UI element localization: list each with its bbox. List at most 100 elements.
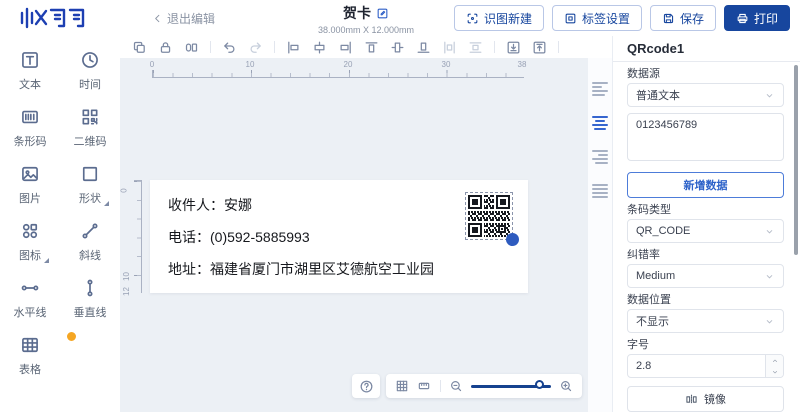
distribute-h-icon: [442, 40, 457, 55]
qrcode-data-input[interactable]: [627, 113, 784, 161]
text-icon: [20, 50, 40, 70]
zoom-slider[interactable]: [470, 379, 551, 389]
edit-title-icon[interactable]: [376, 7, 389, 20]
grid-icon: [395, 379, 409, 393]
zoom-slider-thumb[interactable]: [534, 379, 544, 389]
help-button[interactable]: [352, 374, 380, 398]
header: 退出编辑 贺卡 38.000mm X 12.000mm 识图新建 标签设置 保存: [0, 0, 800, 36]
zoom-in-button[interactable]: [559, 379, 573, 394]
vertical-line-icon: [80, 278, 100, 298]
tool-image[interactable]: 图片: [0, 164, 60, 221]
barcode-type-label: 条码类型: [627, 204, 671, 216]
brand-logo-icon: [20, 7, 85, 29]
text-align-left-button[interactable]: [592, 82, 608, 96]
tool-qrcode-label: 二维码: [73, 136, 107, 148]
data-source-select[interactable]: 普通文本: [627, 83, 784, 107]
data-position-select[interactable]: 不显示: [627, 309, 784, 333]
vip-badge: [66, 331, 77, 342]
bring-forward-button[interactable]: [532, 40, 547, 55]
icon-set-icon: [20, 221, 40, 241]
align-left-icon: [286, 40, 301, 55]
toolbar-separator: [439, 380, 441, 392]
data-source-value: 普通文本: [636, 90, 680, 102]
toolbar-separator: [494, 41, 495, 53]
align-middle-v-button[interactable]: [390, 40, 405, 55]
tool-horizontal-line[interactable]: 水平线: [0, 278, 60, 335]
phone-text[interactable]: 电话：(0)592-5885993: [168, 221, 434, 253]
align-left-button[interactable]: [286, 40, 301, 55]
align-top-button[interactable]: [364, 40, 379, 55]
text-align-center-button[interactable]: [592, 116, 608, 130]
tool-table-label: 表格: [19, 364, 41, 376]
label-card[interactable]: 收件人：安娜 电话：(0)592-5885993 地址：福建省厦门市湖里区艾德航…: [150, 180, 528, 293]
print-button[interactable]: 打印: [723, 5, 790, 31]
toggle-grid-button[interactable]: [395, 379, 409, 394]
zoom-out-icon: [449, 379, 463, 393]
tool-shape-label: 形状: [79, 190, 109, 206]
align-center-h-button[interactable]: [312, 40, 327, 55]
save-button[interactable]: 保存: [649, 5, 716, 31]
chevron-down-icon: [771, 368, 779, 376]
image-icon: [20, 164, 40, 184]
redo-button[interactable]: [248, 40, 263, 55]
barcode-type-select[interactable]: QR_CODE: [627, 219, 784, 243]
tool-barcode-label: 条形码: [13, 136, 47, 148]
resize-handle[interactable]: [506, 233, 519, 246]
vertical-ruler: 0 10 12: [120, 180, 142, 296]
font-size-stepper[interactable]: 2.8: [627, 354, 784, 378]
tool-text-label: 文本: [19, 79, 41, 91]
tool-barcode[interactable]: 条形码: [0, 107, 60, 164]
tool-icon[interactable]: 图标: [0, 221, 60, 278]
ruler-label: 38: [517, 60, 527, 69]
duplicate-button[interactable]: [132, 40, 147, 55]
mirror-icon: [685, 393, 698, 406]
distribute-v-button[interactable]: [468, 40, 483, 55]
address-text[interactable]: 地址：福建省厦门市湖里区艾德航空工业园: [168, 253, 434, 285]
exit-edit-link[interactable]: 退出编辑: [152, 10, 215, 27]
text-align-justify-button[interactable]: [592, 184, 608, 198]
zoom-controls: [386, 374, 582, 398]
chevron-up-icon: [771, 357, 779, 365]
error-correction-value: Medium: [636, 270, 676, 282]
horizontal-ruler: 0 10 20 30 38: [150, 60, 527, 78]
scan-create-button[interactable]: 识图新建: [453, 5, 544, 31]
clock-icon: [80, 50, 100, 70]
lock-icon: [158, 40, 173, 55]
tool-table[interactable]: 表格: [0, 331, 77, 392]
add-data-button[interactable]: 新增数据: [627, 172, 784, 198]
toolbar-separator: [274, 41, 275, 53]
send-backward-button[interactable]: [506, 40, 521, 55]
undo-button[interactable]: [222, 40, 237, 55]
recipient-text[interactable]: 收件人：安娜: [168, 189, 434, 221]
tool-text[interactable]: 文本: [0, 50, 60, 107]
tool-vertical-line[interactable]: 垂直线: [60, 278, 120, 335]
font-size-increase-button[interactable]: [766, 355, 783, 366]
toggle-ruler-button[interactable]: [417, 379, 431, 394]
font-size-decrease-button[interactable]: [766, 366, 783, 377]
panel-scrollbar[interactable]: [794, 65, 798, 255]
layer-up-icon: [532, 40, 547, 55]
align-bottom-button[interactable]: [416, 40, 431, 55]
distribute-h-button[interactable]: [442, 40, 457, 55]
lock-button[interactable]: [158, 40, 173, 55]
tool-qrcode[interactable]: 二维码: [60, 107, 120, 164]
flip-button[interactable]: [184, 40, 199, 55]
design-canvas[interactable]: 0 10 20 30 38 0 10 12 收件人：安娜 电话：(0)592-5…: [120, 58, 612, 412]
toolbar-separator: [210, 41, 211, 53]
error-correction-select[interactable]: Medium: [627, 264, 784, 288]
tool-shape[interactable]: 形状: [60, 164, 120, 221]
qrcode-element[interactable]: [465, 192, 519, 246]
zoom-out-button[interactable]: [449, 379, 463, 394]
text-align-right-button[interactable]: [592, 150, 608, 164]
toolbar-separator: [558, 41, 559, 53]
canvas-toolbar: [120, 36, 612, 58]
submenu-corner: [104, 201, 109, 206]
document-title-block: 贺卡 38.000mm X 12.000mm: [286, 3, 446, 35]
tool-time-label: 时间: [79, 79, 101, 91]
tool-diagonal-line[interactable]: 斜线: [60, 221, 120, 278]
align-right-button[interactable]: [338, 40, 353, 55]
label-settings-button[interactable]: 标签设置: [551, 5, 642, 31]
mirror-button[interactable]: 镜像: [627, 386, 784, 412]
tool-time[interactable]: 时间: [60, 50, 120, 107]
align-top-icon: [364, 40, 379, 55]
